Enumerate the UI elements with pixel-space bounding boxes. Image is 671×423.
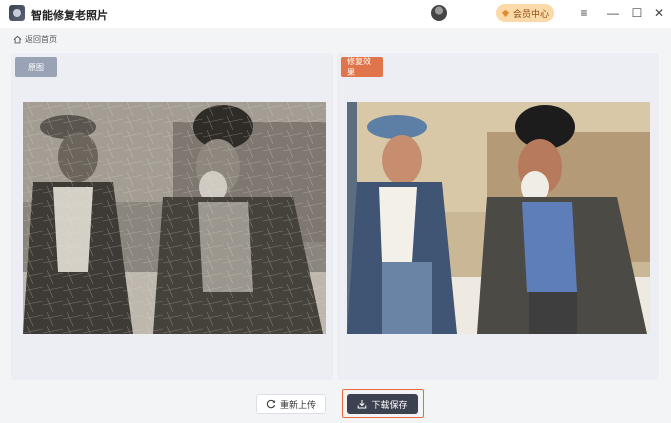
- original-panel: 原图: [11, 53, 333, 380]
- download-icon: [358, 400, 367, 409]
- download-button[interactable]: 下载保存: [347, 394, 418, 414]
- vip-center-button[interactable]: 会员中心: [496, 4, 554, 22]
- reupload-button[interactable]: 重新上传: [256, 394, 326, 414]
- original-tag: 原图: [15, 57, 57, 77]
- minimize-button[interactable]: —: [606, 6, 620, 20]
- app-title: 智能修复老照片: [31, 10, 108, 22]
- back-home-link[interactable]: 返回首页: [13, 33, 57, 45]
- vip-center-label: 会员中心: [512, 8, 549, 19]
- maximize-button[interactable]: ☐: [630, 6, 644, 20]
- original-photo: [23, 102, 326, 334]
- diamond-icon: [501, 9, 510, 17]
- restored-tag: 修复效果: [341, 57, 383, 77]
- reupload-label: 重新上传: [279, 399, 316, 410]
- title-bar: 智能修复老照片 会员中心 ≡ — ☐ ✕: [0, 0, 671, 28]
- restored-panel: 修复效果: [337, 53, 659, 380]
- restored-photo: [347, 102, 650, 334]
- download-label: 下载保存: [371, 399, 408, 410]
- user-name[interactable]: [451, 8, 487, 18]
- app-logo-icon: [9, 5, 25, 21]
- user-avatar[interactable]: [431, 5, 447, 21]
- refresh-icon: [266, 399, 276, 409]
- close-button[interactable]: ✕: [652, 6, 666, 20]
- menu-icon[interactable]: ≡: [577, 6, 591, 20]
- home-icon: [13, 35, 22, 43]
- back-home-label: 返回首页: [25, 34, 57, 44]
